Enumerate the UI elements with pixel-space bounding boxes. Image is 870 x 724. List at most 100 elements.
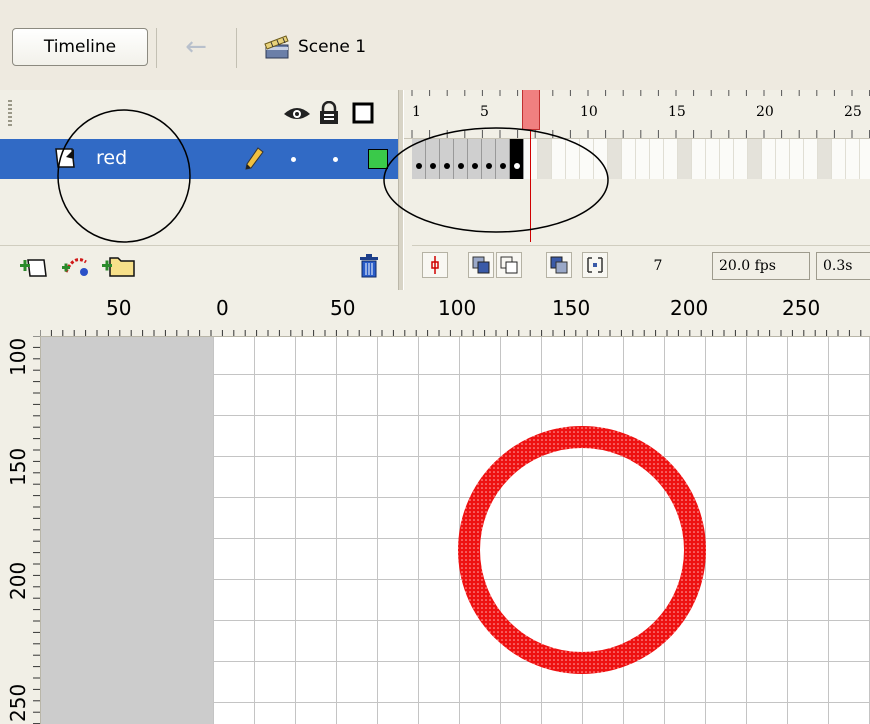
frame-number: 1 (412, 104, 421, 120)
layer-row-red[interactable]: red (0, 139, 398, 179)
frame-cell[interactable] (538, 139, 552, 179)
lock-icon[interactable] (318, 101, 340, 125)
add-motion-guide-icon[interactable] (60, 252, 92, 278)
layer-name[interactable]: red (96, 147, 127, 169)
keyframe-dot (514, 163, 520, 169)
insert-folder-icon[interactable] (100, 252, 136, 278)
frame-cell[interactable] (650, 139, 664, 179)
keyframe-dot (430, 163, 436, 169)
modify-onion-markers-button[interactable] (582, 252, 608, 278)
frame-cell[interactable] (440, 139, 454, 179)
center-frame-icon (431, 256, 439, 274)
ruler-label: 150 (552, 296, 591, 320)
playhead[interactable] (522, 90, 540, 130)
layer-icon (55, 148, 75, 168)
keyframe-dot (500, 163, 506, 169)
frame-cell[interactable] (664, 139, 678, 179)
frame-ruler[interactable]: 1 5 10 15 20 25 (404, 90, 870, 139)
scene-label: Scene 1 (298, 37, 367, 57)
layer-header-icons (282, 98, 374, 128)
insert-layer-icon[interactable] (18, 254, 48, 278)
frame-cell[interactable] (748, 139, 762, 179)
frame-cell[interactable] (412, 139, 426, 179)
frame-cell[interactable] (776, 139, 790, 179)
frame-cell[interactable] (608, 139, 622, 179)
onion-skin-outlines-icon (500, 256, 518, 274)
onion-skin-button[interactable] (468, 252, 494, 278)
frame-cell[interactable] (846, 139, 860, 179)
keyframe-dot (416, 163, 422, 169)
onion-skin-icon (472, 256, 490, 274)
vertical-ruler-ticks (33, 336, 40, 724)
keyframe-dot (472, 163, 478, 169)
edit-bar: Timeline ← Scene 1 (0, 0, 870, 91)
timeline-button[interactable]: Timeline (12, 28, 148, 66)
frame-cell[interactable] (622, 139, 636, 179)
onion-skin-outlines-button[interactable] (496, 252, 522, 278)
frame-row-red[interactable] (412, 139, 870, 179)
frame-cell[interactable] (818, 139, 832, 179)
frame-cell[interactable] (426, 139, 440, 179)
frame-cell[interactable] (720, 139, 734, 179)
arrow-left-icon: ← (185, 32, 207, 62)
timeline-status-bar: 7 20.0 fps 0.3s (412, 245, 870, 286)
eye-icon[interactable] (282, 102, 312, 124)
layer-list: red (0, 90, 400, 290)
frame-cell[interactable] (692, 139, 706, 179)
scene-breadcrumb[interactable]: Scene 1 (262, 28, 366, 66)
trash-icon[interactable] (358, 254, 380, 278)
toolbar-separator (236, 28, 237, 68)
ruler-label: 200 (670, 296, 709, 320)
frame-cell[interactable] (734, 139, 748, 179)
horizontal-ruler[interactable]: 50 0 50 100 150 200 250 (40, 290, 870, 337)
frame-cell[interactable] (482, 139, 496, 179)
vertical-ruler[interactable]: 100 150 200 250 (0, 336, 41, 724)
center-frame-button[interactable] (422, 252, 448, 278)
ruler-label: 50 (106, 296, 132, 320)
stage-area: 50 0 50 100 150 200 250 100 150 200 250 (0, 290, 870, 724)
keyframe-dot (444, 163, 450, 169)
ruler-label: 250 (782, 296, 821, 320)
lock-dot[interactable] (333, 157, 338, 162)
frame-cell[interactable] (594, 139, 608, 179)
frame-cell[interactable] (790, 139, 804, 179)
frame-area: 1 5 10 15 20 25 7 20.0 fps 0.3s (404, 90, 870, 290)
frame-cell[interactable] (762, 139, 776, 179)
back-button[interactable]: ← (165, 28, 227, 66)
frame-cell[interactable] (454, 139, 468, 179)
frame-cell[interactable] (496, 139, 510, 179)
layer-list-empty (0, 179, 398, 239)
toolbar-separator (156, 28, 157, 68)
outline-color-swatch[interactable] (368, 149, 388, 169)
frame-cell[interactable] (468, 139, 482, 179)
ruler-label: 250 (6, 683, 30, 722)
frame-cell[interactable] (678, 139, 692, 179)
frame-number: 20 (756, 104, 774, 120)
frame-cell[interactable] (510, 139, 524, 179)
ruler-label: 150 (6, 447, 30, 486)
frame-cell[interactable] (832, 139, 846, 179)
frame-rate[interactable]: 20.0 fps (712, 252, 810, 280)
outline-square-icon[interactable] (352, 102, 374, 124)
frame-cell[interactable] (580, 139, 594, 179)
frame-number: 25 (844, 104, 862, 120)
ruler-label: 0 (216, 296, 229, 320)
visibility-dot[interactable] (291, 157, 296, 162)
ruler-label: 50 (330, 296, 356, 320)
frame-cell[interactable] (552, 139, 566, 179)
ruler-label: 100 (438, 296, 477, 320)
playhead-line (530, 130, 531, 242)
frame-cell[interactable] (636, 139, 650, 179)
frame-cell[interactable] (524, 139, 538, 179)
pencil-icon (245, 147, 264, 170)
clapperboard-icon (264, 35, 289, 59)
panel-grip[interactable] (8, 100, 12, 126)
frame-cell[interactable] (860, 139, 870, 179)
ruler-corner (0, 290, 40, 337)
edit-multiple-frames-button[interactable] (546, 252, 572, 278)
frame-cell[interactable] (706, 139, 720, 179)
frame-cell[interactable] (566, 139, 580, 179)
frame-number: 15 (668, 104, 686, 120)
frame-cell[interactable] (804, 139, 818, 179)
stage-canvas[interactable] (213, 337, 870, 724)
